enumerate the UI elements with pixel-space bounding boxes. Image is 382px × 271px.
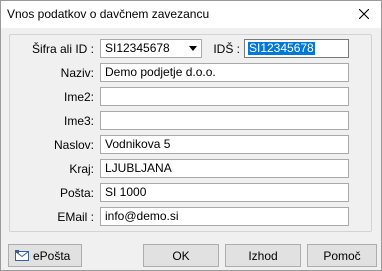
close-icon [359, 9, 369, 19]
ime2-label: Ime2: [63, 90, 94, 104]
eposta-label: ePošta [33, 248, 71, 263]
sifra-combobox[interactable]: SI12345678 [100, 39, 202, 58]
ime3-field[interactable] [100, 111, 349, 130]
posta-field[interactable]: SI 1000 [100, 183, 349, 202]
mail-icon [15, 249, 29, 261]
chevron-down-icon [189, 46, 197, 51]
pomoc-label: Pomoč [323, 248, 361, 263]
sifra-label: Šifra ali ID : [31, 42, 94, 56]
ok-label: OK [172, 248, 190, 263]
posta-label: Pošta: [59, 186, 94, 200]
kraj-field[interactable]: LJUBLJANA [100, 159, 349, 178]
naziv-label: Naziv: [60, 66, 94, 80]
ime3-label: Ime3: [63, 114, 94, 128]
izhod-label: Izhod [248, 248, 278, 263]
naslov-label: Naslov: [53, 138, 94, 152]
ime2-field[interactable] [100, 87, 349, 106]
title-bar: Vnos podatkov o davčnem zavezancu [1, 1, 381, 28]
ids-value: SI12345678 [248, 41, 315, 55]
email-field[interactable]: info@demo.si [100, 207, 349, 226]
naziv-field[interactable]: Demo podjetje d.o.o. [100, 63, 349, 82]
ids-label: IDŠ : [213, 42, 240, 56]
pomoc-button[interactable]: Pomoč [307, 244, 377, 267]
sifra-value: SI12345678 [105, 41, 170, 55]
izhod-button[interactable]: Izhod [225, 244, 301, 267]
dialog-window: Vnos podatkov o davčnem zavezancu Šifra … [0, 0, 382, 271]
window-title: Vnos podatkov o davčnem zavezancu [7, 7, 210, 21]
eposta-button[interactable]: ePošta [8, 244, 82, 267]
ids-field[interactable]: SI12345678 [244, 39, 349, 58]
ok-button[interactable]: OK [143, 244, 219, 267]
kraj-label: Kraj: [69, 162, 94, 176]
close-button[interactable] [349, 2, 379, 26]
naslov-field[interactable]: Vodnikova 5 [100, 135, 349, 154]
email-label: EMail : [57, 210, 94, 224]
